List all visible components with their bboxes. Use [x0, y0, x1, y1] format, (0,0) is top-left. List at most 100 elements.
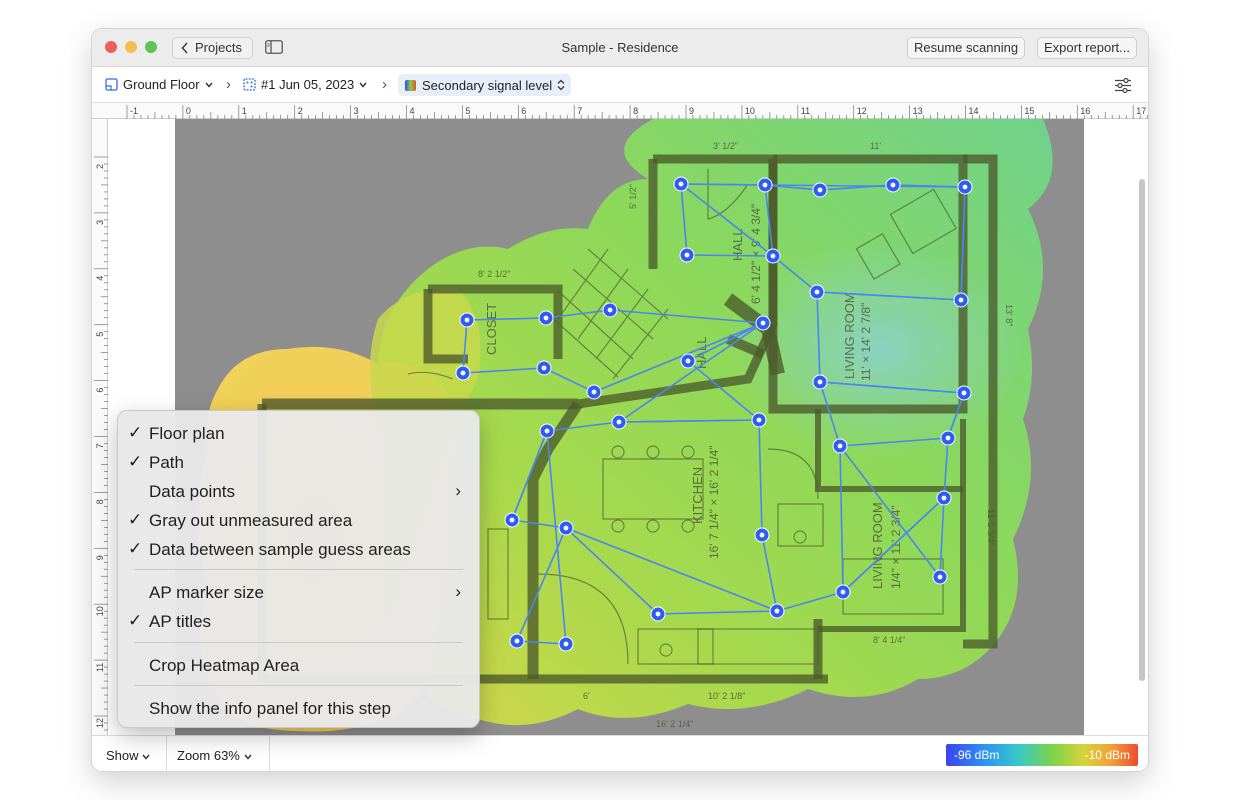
menu-item-path[interactable]: ✓ Path	[118, 448, 479, 476]
menu-item-data-points[interactable]: Data points ›	[118, 477, 479, 505]
ruler-tick-label: 0	[186, 106, 191, 116]
dim-closet-width: 8' 2 1/2"	[478, 269, 510, 279]
kitchen-size: 16' 7 1/4" × 16' 2 1/4"	[707, 445, 721, 559]
hall-size: 6' 4 1/2" × 9' 4 3/4"	[749, 204, 763, 304]
vertical-scrollbar[interactable]	[1139, 179, 1145, 681]
chevron-down-icon	[205, 82, 213, 88]
menu-item-label: Show the info panel for this step	[149, 699, 391, 718]
ruler-tick-label: 2	[95, 164, 105, 169]
export-report-button[interactable]: Export report...	[1037, 37, 1137, 59]
scan-label: #1 Jun 05, 2023	[261, 77, 355, 92]
closet-label: CLOSET	[484, 303, 499, 355]
visualization-selector[interactable]: Secondary signal level	[398, 74, 572, 96]
scan-selector[interactable]: #1 Jun 05, 2023	[243, 77, 367, 92]
data-point-center	[464, 317, 470, 323]
signal-legend: -96 dBm -10 dBm	[946, 744, 1138, 766]
ruler-tick-label: 11	[95, 663, 105, 672]
floor-plan-icon	[105, 78, 118, 91]
menu-item-label: Data points	[149, 482, 235, 501]
ruler-tick-label: 13	[913, 106, 923, 116]
menu-item-label: AP titles	[149, 612, 212, 631]
bottom-divider	[166, 736, 167, 771]
data-point-center	[685, 358, 691, 364]
vertical-ruler: 2 3 4 5 6 7 8 9 10 11 12	[92, 119, 108, 735]
menu-separator	[134, 569, 463, 570]
ruler-tick-label: 11	[801, 106, 810, 116]
submenu-chevron-icon: ›	[455, 582, 461, 601]
dim-room-side: 11' 2 3/4"	[986, 509, 996, 546]
data-point-center	[837, 443, 843, 449]
menu-item-ap-marker-size[interactable]: AP marker size ›	[118, 578, 479, 606]
dim-lower: 6'	[583, 691, 590, 701]
checkmark-icon: ✓	[128, 423, 143, 442]
data-point-center	[762, 182, 768, 188]
dim-living-width: 11'	[870, 141, 881, 151]
checkmark-icon: ✓	[128, 452, 143, 471]
data-point-center	[770, 253, 776, 259]
submenu-chevron-icon: ›	[455, 481, 461, 500]
data-point-center	[616, 419, 622, 425]
data-point-center	[941, 495, 947, 501]
living-room-secondary-label: LIVING ROOM	[870, 502, 885, 589]
menu-item-info-panel[interactable]: Show the info panel for this step	[118, 694, 479, 722]
menu-item-ap-titles[interactable]: ✓ AP titles	[118, 607, 479, 635]
menu-item-gray-out[interactable]: ✓ Gray out unmeasured area	[118, 506, 479, 534]
ruler-tick-label: 4	[95, 276, 105, 281]
menu-item-floor-plan[interactable]: ✓ Floor plan	[118, 419, 479, 447]
ruler-tick-label: 7	[577, 106, 582, 116]
view-settings-icon[interactable]	[1114, 78, 1132, 93]
checkmark-icon: ✓	[128, 611, 143, 630]
data-point-center	[840, 589, 846, 595]
data-point-center	[655, 611, 661, 617]
chevron-down-icon	[243, 754, 252, 760]
kitchen-label: KITCHEN	[690, 467, 705, 524]
checkmark-icon: ✓	[128, 510, 143, 529]
ruler-tick-label: 9	[95, 555, 105, 560]
data-point-center	[563, 641, 569, 647]
ruler-tick-label: 15	[1024, 106, 1034, 116]
resume-scanning-button[interactable]: Resume scanning	[907, 37, 1026, 59]
ruler-tick-label: 6	[95, 388, 105, 393]
scan-dots-icon	[243, 78, 256, 91]
menu-item-label: Gray out unmeasured area	[149, 511, 353, 530]
heatmap-gradient-icon	[405, 79, 416, 91]
ruler-tick-label: 10	[745, 106, 755, 116]
dim-entry: 5' 1/2"	[628, 184, 638, 209]
ruler-tick-label: 12	[95, 718, 105, 728]
breadcrumb-separator-icon: ›	[226, 76, 231, 93]
show-menu-button[interactable]: Show	[106, 748, 150, 763]
data-point-center	[460, 370, 466, 376]
show-label: Show	[106, 748, 139, 763]
show-options-menu: ✓ Floor plan ✓ Path Data points › ✓ Gray…	[117, 410, 480, 728]
dim-living-depth: 13' 8"	[1004, 304, 1014, 326]
floor-selector[interactable]: Ground Floor	[105, 77, 213, 92]
data-point-center	[945, 435, 951, 441]
living-room-size: 11' × 14' 2 7/8"	[859, 303, 873, 381]
dim-room-base: 8' 4 1/4"	[873, 635, 905, 645]
ruler-tick-label: 8	[633, 106, 638, 116]
checkmark-icon: ✓	[128, 539, 143, 558]
data-point-center	[591, 389, 597, 395]
survey-path-segment	[680, 183, 766, 186]
data-point-center	[607, 307, 613, 313]
menu-item-label: Path	[149, 453, 184, 472]
ruler-tick-label: 3	[95, 220, 105, 225]
menu-item-label: AP marker size	[149, 583, 264, 602]
zoom-menu-button[interactable]: Zoom 63%	[177, 748, 252, 763]
data-point-center	[514, 638, 520, 644]
menu-item-data-between-areas[interactable]: ✓ Data between sample guess areas	[118, 535, 479, 563]
ruler-tick-label: 5	[465, 106, 470, 116]
ruler-tick-label: 7	[95, 443, 105, 448]
data-point-center	[544, 428, 550, 434]
bottom-bar: Show Zoom 63% -96 dBm -10 dBm	[92, 735, 1148, 771]
data-point-center	[774, 608, 780, 614]
zoom-label: Zoom 63%	[177, 748, 240, 763]
ruler-tick-label: 3	[354, 106, 359, 116]
menu-item-label: Data between sample guess areas	[149, 540, 411, 559]
menu-item-crop-heatmap[interactable]: Crop Heatmap Area	[118, 651, 479, 679]
legend-max-label: -10 dBm	[1084, 748, 1130, 762]
chevron-down-icon	[359, 82, 367, 88]
ruler-tick-label: 5	[95, 332, 105, 337]
data-point-center	[756, 417, 762, 423]
data-point-center	[817, 187, 823, 193]
